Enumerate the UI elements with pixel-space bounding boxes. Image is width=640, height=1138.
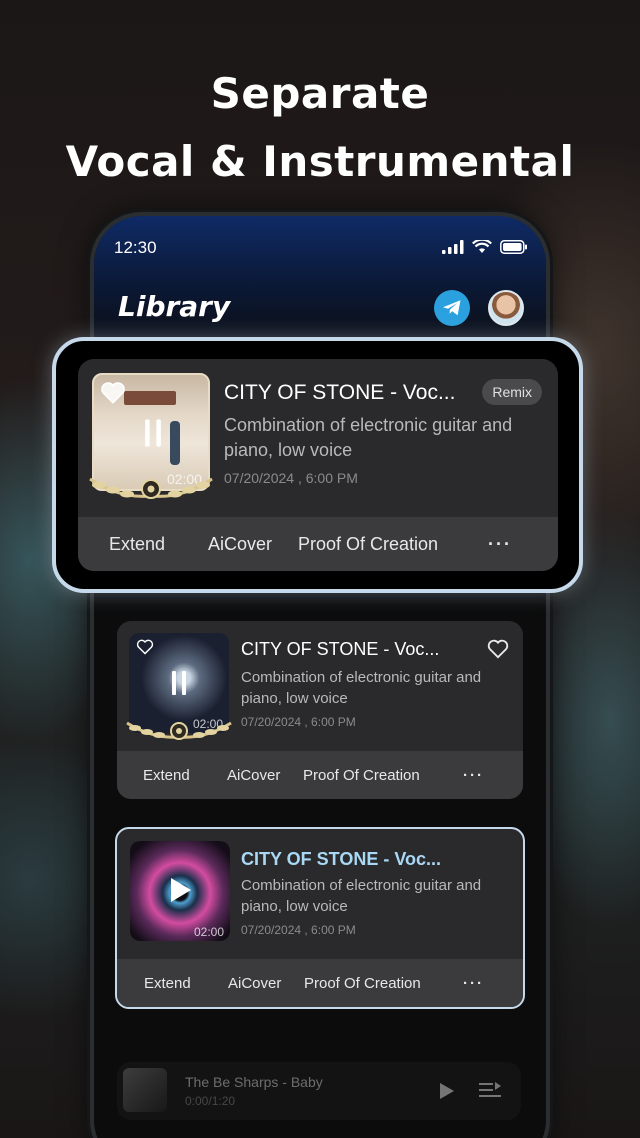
track-cover[interactable]: 02:00: [130, 841, 230, 941]
track-description: Combination of electronic guitar and pia…: [241, 669, 482, 707]
avatar[interactable]: [488, 290, 524, 326]
aicover-button[interactable]: AiCover: [208, 534, 272, 555]
track-card[interactable]: 02:00 CITY OF STONE - Voc... Combination…: [117, 621, 523, 799]
more-button[interactable]: ···: [463, 767, 484, 784]
track-card-selected[interactable]: 02:00 CITY OF STONE - Voc... Combination…: [115, 827, 525, 1009]
status-icons: [442, 240, 528, 254]
headline: Separate Vocal & Instrumental: [0, 60, 640, 196]
proof-of-creation-button[interactable]: Proof Of Creation: [304, 975, 421, 992]
header-gradient: [94, 216, 546, 356]
more-button[interactable]: ···: [488, 534, 512, 555]
heart-icon[interactable]: [136, 639, 154, 655]
page-title: Library: [118, 290, 231, 323]
mini-play-icon[interactable]: [439, 1082, 455, 1100]
track-title[interactable]: CITY OF STONE - Voc...: [224, 381, 455, 405]
status-time: 12:30: [114, 238, 157, 257]
pause-icon[interactable]: [144, 419, 162, 447]
pause-icon[interactable]: [171, 671, 187, 695]
track-date: 07/20/2024 , 6:00 PM: [241, 715, 356, 729]
aicover-button[interactable]: AiCover: [227, 767, 280, 784]
action-bar: Extend AiCover Proof Of Creation ···: [117, 751, 523, 799]
track-date: 07/20/2024 , 6:00 PM: [241, 923, 356, 937]
extend-button[interactable]: Extend: [109, 534, 165, 555]
headline-line-2: Vocal & Instrumental: [65, 137, 575, 186]
track-title[interactable]: CITY OF STONE - Voc...: [241, 849, 441, 870]
track-title[interactable]: CITY OF STONE - Voc...: [241, 639, 439, 660]
playlist-icon[interactable]: [479, 1082, 501, 1100]
track-date: 07/20/2024 , 6:00 PM: [224, 470, 358, 486]
play-icon[interactable]: [170, 877, 192, 903]
laurel-badge-icon: [126, 721, 232, 740]
extend-button[interactable]: Extend: [144, 975, 191, 992]
battery-icon: [500, 240, 527, 254]
laurel-badge-icon: [89, 477, 213, 499]
telegram-button[interactable]: [434, 290, 470, 326]
aicover-button[interactable]: AiCover: [228, 975, 281, 992]
track-description: Combination of electronic guitar and pia…: [241, 877, 482, 915]
mini-player-cover[interactable]: [123, 1068, 167, 1112]
proof-of-creation-button[interactable]: Proof Of Creation: [303, 767, 420, 784]
mini-player-subtitle: 0:00/1:20: [185, 1094, 236, 1108]
cover-ceiling-object: [124, 391, 176, 405]
telegram-icon: [443, 300, 461, 316]
signal-icon: [442, 240, 464, 254]
track-duration: 02:00: [193, 925, 224, 939]
wifi-icon: [472, 240, 492, 253]
mini-player[interactable]: The Be Sharps - Baby 0:00/1:20: [117, 1062, 521, 1120]
mini-player-title: The Be Sharps - Baby: [185, 1074, 323, 1090]
track-cover[interactable]: 02:00: [129, 633, 229, 733]
heart-icon[interactable]: [100, 381, 126, 405]
featured-card-frame: 02:00 CITY OF STONE - Voc... Remix Combi…: [52, 337, 583, 593]
more-button[interactable]: ···: [463, 975, 484, 992]
headline-line-1: Separate: [210, 69, 430, 118]
action-bar: Extend AiCover Proof Of Creation ···: [78, 517, 558, 571]
favorite-heart-icon[interactable]: [487, 639, 509, 659]
cover-figure: [170, 421, 180, 465]
featured-track-card[interactable]: 02:00 CITY OF STONE - Voc... Remix Combi…: [78, 359, 558, 571]
track-description: Combination of electronic guitar and pia…: [224, 415, 513, 460]
track-cover[interactable]: 02:00: [92, 373, 210, 491]
action-bar: Extend AiCover Proof Of Creation ···: [117, 959, 523, 1007]
proof-of-creation-button[interactable]: Proof Of Creation: [298, 534, 438, 555]
remix-badge[interactable]: Remix: [482, 379, 542, 405]
extend-button[interactable]: Extend: [143, 767, 190, 784]
